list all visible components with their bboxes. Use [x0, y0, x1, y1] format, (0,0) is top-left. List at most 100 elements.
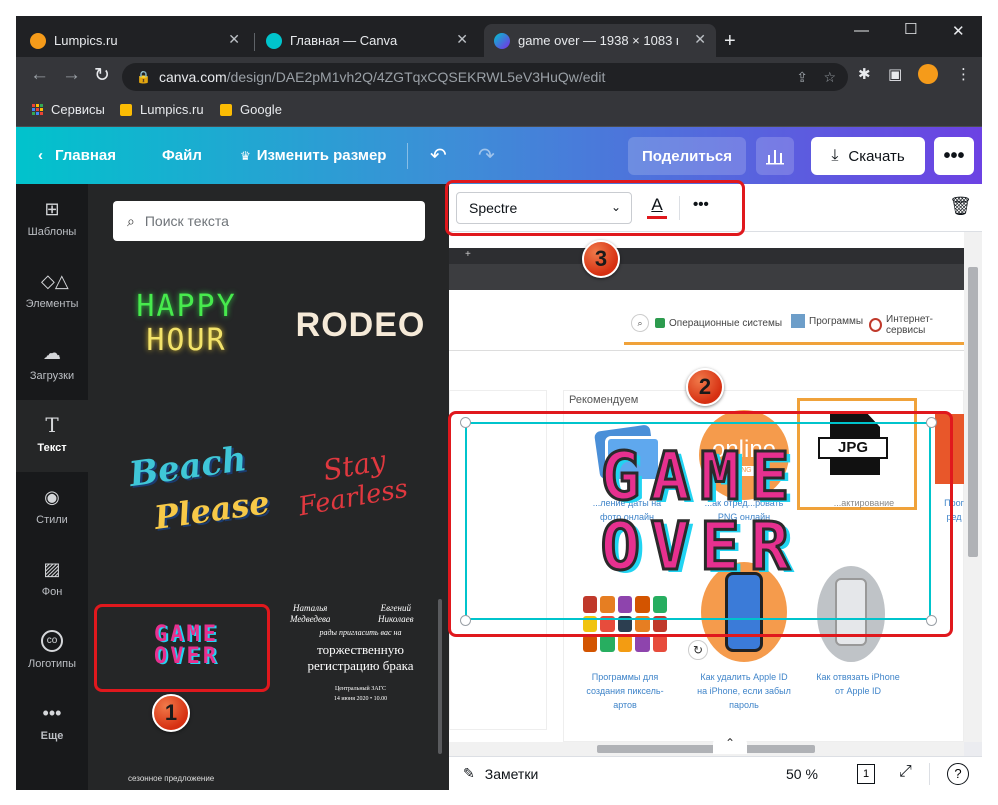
close-tab-icon[interactable]: ✕: [228, 31, 240, 48]
sidebar-item-templates[interactable]: ⊞ Шаблоны: [16, 184, 88, 256]
card-caption[interactable]: Программы для создания пиксель-артов: [573, 670, 677, 712]
fullscreen-icon[interactable]: ⤢: [899, 763, 912, 781]
sidebar-item-label: Текст: [37, 442, 67, 454]
url-bar[interactable]: 🔒 canva.com /design/DAE2pM1vh2Q/4ZGTqxCQ…: [122, 63, 848, 91]
sidebar-item-text[interactable]: T Текст: [16, 400, 88, 472]
folder-icon: [220, 103, 232, 116]
new-tab-icon[interactable]: +: [724, 30, 736, 53]
expand-pages-icon[interactable]: ⌃: [713, 736, 747, 754]
insights-button[interactable]: [756, 137, 794, 175]
undo-icon[interactable]: ↶: [430, 143, 447, 168]
maximize-icon[interactable]: ☐: [904, 20, 917, 38]
more-options-button[interactable]: •••: [934, 137, 974, 175]
card-caption[interactable]: Как отвязать iPhone от Apple ID: [803, 670, 913, 698]
tab-label: Lumpics.ru: [54, 33, 118, 48]
programs-icon: [791, 314, 805, 328]
bookmark-services[interactable]: Сервисы: [32, 102, 105, 117]
resize-button[interactable]: ♛ Изменить размер: [240, 147, 386, 164]
apps-grid-icon: [32, 104, 43, 115]
trash-icon[interactable]: 🗑: [949, 196, 972, 217]
templates-icon: ⊞: [44, 199, 60, 219]
tab-lumpics[interactable]: Lumpics.ru ✕: [20, 24, 250, 57]
sidebar-item-label: Загрузки: [29, 370, 75, 382]
reload-icon[interactable]: ↻: [94, 64, 110, 87]
help-button[interactable]: ?: [947, 763, 969, 785]
bookmark-lumpics[interactable]: Lumpics.ru: [120, 102, 204, 117]
extensions-icon[interactable]: ✱: [858, 65, 871, 83]
window-close-icon[interactable]: ✕: [952, 22, 965, 40]
sidebar-item-logos[interactable]: co Логотипы: [16, 616, 88, 688]
editor-footer: ✎ Заметки 50 % 1 ⤢ ?: [449, 756, 982, 790]
palette-icon: ◉: [44, 487, 60, 507]
resize-label: Изменить размер: [256, 147, 387, 164]
tab-game-over[interactable]: game over — 1938 × 1083 пик ✕: [484, 24, 716, 57]
url-path: /design/DAE2pM1vh2Q/4ZGTqxCQSEKRWL5eV3Hu…: [226, 69, 606, 85]
bar-chart-icon: [766, 150, 784, 165]
notes-icon: ✎: [463, 765, 475, 781]
close-tab-icon[interactable]: ✕: [694, 31, 706, 48]
tile-details: Центральный ЗАГС 14 июня 2020 • 10.00: [333, 686, 388, 702]
highlight-box-1: [94, 604, 270, 692]
share-page-icon[interactable]: ⇪: [796, 69, 808, 86]
elements-icon: ◇△: [41, 271, 69, 291]
sidebar-item-label: Шаблоны: [27, 226, 77, 238]
sidebar-item-styles[interactable]: ◉ Стили: [16, 472, 88, 544]
search-icon: ⌕: [127, 212, 135, 229]
url-host: canva.com: [158, 69, 227, 85]
sidebar-item-elements[interactable]: ◇△ Элементы: [16, 256, 88, 328]
text-tile-beach-please[interactable]: Beach Please: [104, 439, 272, 549]
download-label: Скачать: [848, 147, 905, 165]
tile-text: RODEO: [295, 306, 426, 344]
embedded-tabbar: +: [449, 248, 964, 264]
minimize-icon[interactable]: —: [854, 22, 869, 39]
home-button[interactable]: ‹ Главная: [38, 147, 116, 164]
vertical-scroll-thumb[interactable]: [968, 267, 978, 557]
horizontal-scroll-thumb[interactable]: [597, 745, 815, 753]
back-icon[interactable]: ←: [30, 64, 49, 86]
sidebar-item-uploads[interactable]: ☁ Загрузки: [16, 328, 88, 400]
highlight-box-2: [448, 411, 953, 637]
upload-icon: ☁: [43, 343, 61, 363]
tab-canva-home[interactable]: Главная — Canva ✕: [256, 24, 478, 57]
object-sidebar: ⊞ Шаблоны ◇△ Элементы ☁ Загрузки T Текст ◉ Ст…: [16, 184, 88, 790]
bookmark-label: Сервисы: [51, 102, 105, 117]
card-caption[interactable]: Как удалить Apple ID на iPhone, если забы…: [685, 670, 803, 712]
share-button[interactable]: Поделиться: [628, 137, 746, 175]
profile-avatar[interactable]: [918, 64, 938, 84]
background-icon: ▨: [43, 559, 61, 579]
site-nav-os: ⌕ Операционные системы: [631, 314, 782, 332]
bookmark-star-icon[interactable]: ☆: [823, 69, 836, 86]
text-tile-wedding[interactable]: Наталья Медведева Евгений Николаев рады пр…: [278, 599, 443, 709]
redo-icon[interactable]: ↷: [478, 143, 495, 168]
text-tile-happy-hour[interactable]: HAPPY HOUR: [104, 284, 269, 374]
rotate-handle-icon[interactable]: ↻: [688, 640, 708, 660]
browser-menu-icon[interactable]: ⋮: [956, 65, 971, 83]
sidebar-item-more[interactable]: ••• Еще: [16, 688, 88, 760]
bookmark-google[interactable]: Google: [220, 102, 282, 117]
panel-scrollbar[interactable]: [438, 599, 442, 754]
search-input[interactable]: ⌕ Поиск текста: [113, 201, 425, 241]
folder-icon: [120, 103, 132, 116]
sidebar-item-label: Еще: [40, 730, 64, 742]
canva-favicon-icon: [494, 32, 510, 49]
forward-icon[interactable]: →: [62, 64, 81, 86]
sidebar-item-background[interactable]: ▨ Фон: [16, 544, 88, 616]
text-panel: ⌕ Поиск текста HAPPY HOUR RODEO Beach Pl…: [88, 184, 449, 790]
more-icon: •••: [42, 703, 62, 723]
notes-button[interactable]: ✎ Заметки: [463, 765, 538, 782]
zoom-level[interactable]: 50 %: [786, 766, 818, 782]
page-count-icon[interactable]: 1: [857, 764, 875, 784]
file-menu-button[interactable]: Файл: [162, 147, 202, 164]
crown-icon: ♛: [240, 149, 251, 163]
download-button[interactable]: ⤓ Скачать: [811, 137, 925, 175]
side-panel-icon[interactable]: ▣: [888, 65, 902, 83]
close-tab-icon[interactable]: ✕: [456, 31, 468, 48]
tab-label: Главная — Canva: [290, 33, 398, 48]
notes-label: Заметки: [484, 765, 539, 782]
annotation-badge-2: 2: [686, 368, 724, 406]
text-tile-rodeo[interactable]: RODEO: [278, 284, 443, 374]
embedded-toolbar: [449, 264, 964, 290]
browser-window: Lumpics.ru ✕ Главная — Canva ✕ game over…: [16, 16, 982, 790]
text-tile-stay-fearless[interactable]: Stay Fearless: [278, 439, 443, 549]
site-nav-underline: [624, 342, 964, 345]
